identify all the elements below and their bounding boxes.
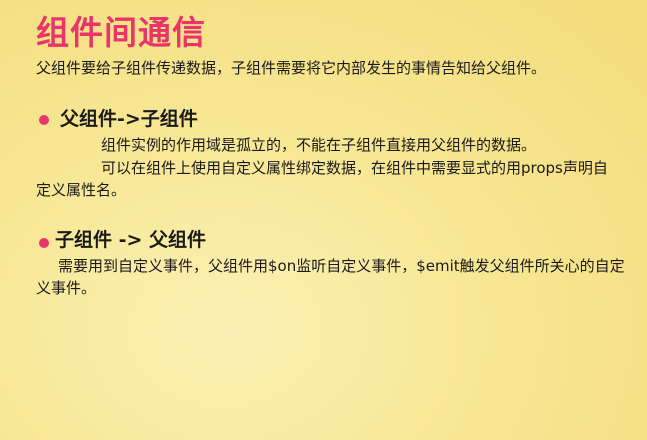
bullet-icon bbox=[39, 115, 49, 125]
section-heading-child-to-parent: 子组件 -> 父组件 bbox=[55, 229, 207, 251]
bullet-icon bbox=[39, 238, 49, 248]
section-heading-parent-to-child: 父组件->子组件 bbox=[60, 108, 198, 130]
slide-title: 组件间通信 bbox=[36, 13, 206, 52]
slide: 组件间通信 父组件要给子组件传递数据，子组件需要将它内部发生的事情告知给父组件。… bbox=[0, 0, 647, 440]
section-paragraph: 组件实例的作用域是孤立的，不能在子组件直接用父组件的数据。 bbox=[101, 136, 537, 154]
slide-subtitle: 父组件要给子组件传递数据，子组件需要将它内部发生的事情告知给父组件。 bbox=[36, 59, 547, 77]
section-paragraph: 需要用到自定义事件，父组件用$on监听自定义事件，$emit触发父组件所关心的自… bbox=[36, 257, 625, 297]
section-paragraph: 可以在组件上使用自定义属性绑定数据，在组件中需要显式的用props声明自定义属性… bbox=[36, 159, 608, 199]
